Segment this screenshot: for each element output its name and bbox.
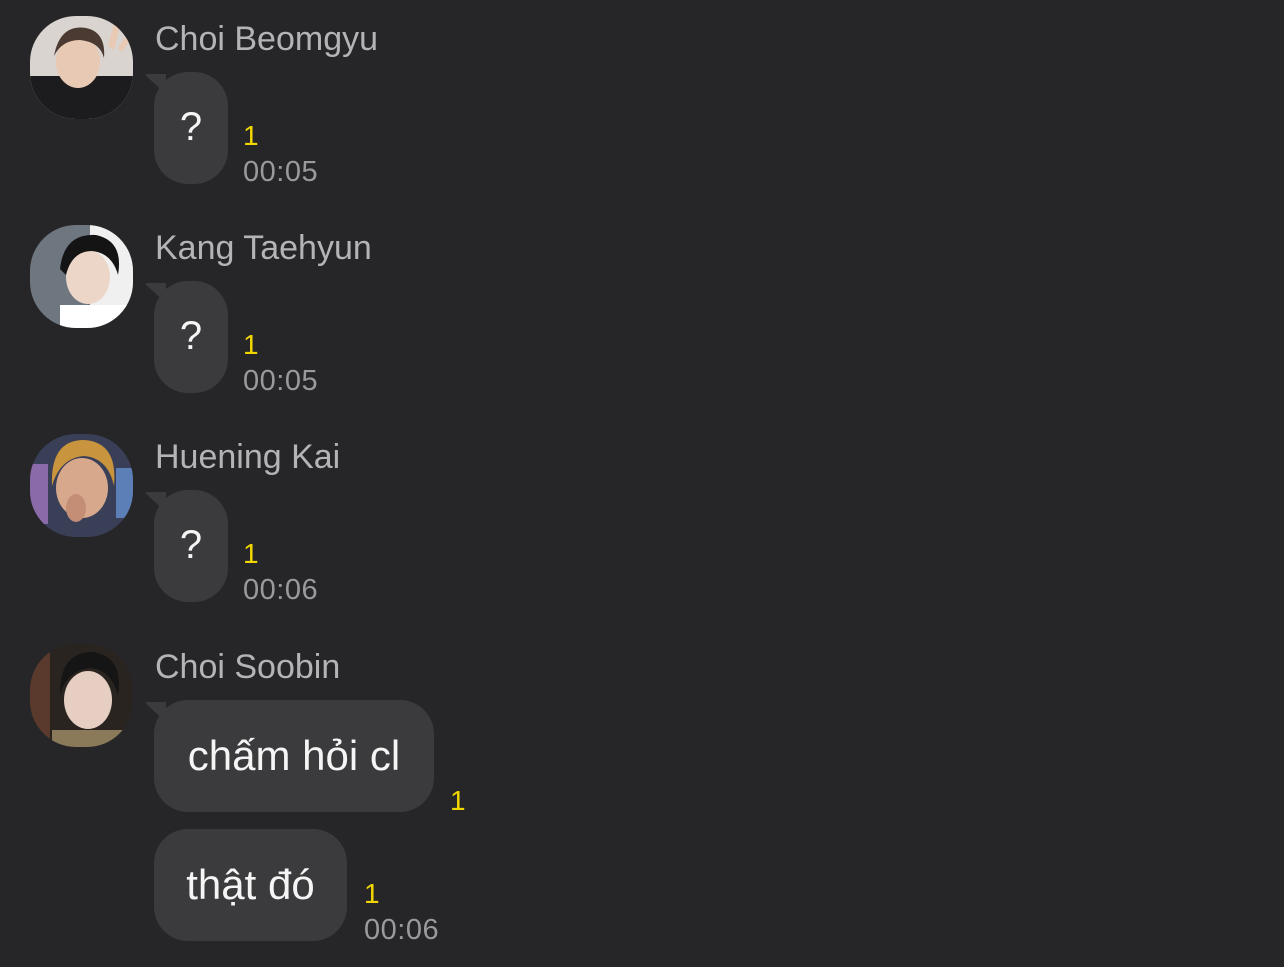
timestamp: 00:06 <box>243 574 319 606</box>
message-text: chấm hỏi cl <box>187 732 401 779</box>
avatar-photo <box>30 434 133 537</box>
message-bubble[interactable]: ? <box>154 281 228 393</box>
unread-count: 1 <box>364 878 380 909</box>
avatar[interactable] <box>30 225 133 328</box>
timestamp: 00:05 <box>243 156 319 188</box>
unread-count: 1 <box>450 785 466 816</box>
avatar[interactable] <box>30 644 133 747</box>
sender-name: Huening Kai <box>155 438 341 476</box>
message-bubble[interactable]: ? <box>154 72 228 184</box>
message-text: thật đó <box>186 861 315 908</box>
unread-count: 1 <box>243 538 259 569</box>
avatar-photo <box>30 16 133 119</box>
unread-count: 1 <box>243 329 259 360</box>
timestamp: 00:06 <box>364 914 440 946</box>
sender-name: Choi Soobin <box>155 648 341 686</box>
avatar-photo <box>30 225 133 328</box>
message-text: ? <box>179 522 203 567</box>
unread-count: 1 <box>243 120 259 151</box>
avatar-photo <box>30 644 133 747</box>
message-text: ? <box>179 104 203 149</box>
sender-name: Choi Beomgyu <box>155 20 379 58</box>
sender-name: Kang Taehyun <box>155 229 372 267</box>
timestamp: 00:05 <box>243 365 319 397</box>
message-bubble[interactable]: thật đó <box>154 829 347 941</box>
message-bubble[interactable]: ? <box>154 490 228 602</box>
avatar[interactable] <box>30 434 133 537</box>
message-text: ? <box>179 313 203 358</box>
avatar[interactable] <box>30 16 133 119</box>
message-bubble[interactable]: chấm hỏi cl <box>154 700 434 812</box>
